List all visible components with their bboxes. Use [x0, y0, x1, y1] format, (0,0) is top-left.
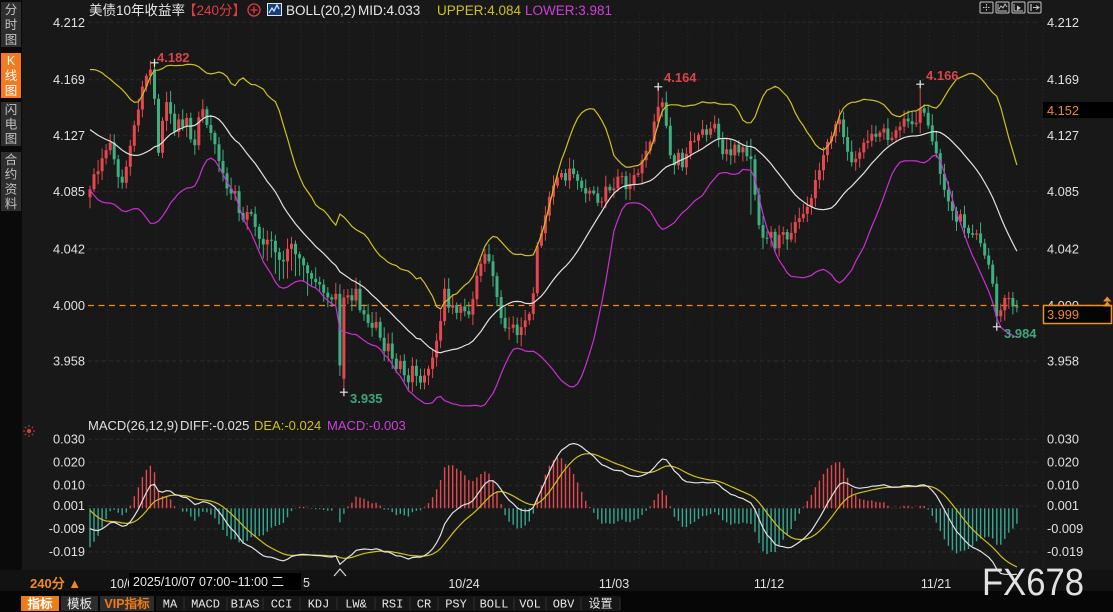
svg-text:-0.019: -0.019	[49, 544, 85, 559]
svg-text:4.182: 4.182	[157, 50, 190, 65]
svg-text:料: 料	[5, 197, 18, 211]
svg-text:4.127: 4.127	[53, 128, 85, 143]
svg-text:MACD: MACD	[191, 598, 220, 612]
svg-text:电: 电	[5, 118, 18, 132]
svg-text:10/24: 10/24	[448, 577, 479, 591]
svg-text:K: K	[7, 54, 16, 68]
svg-text:OBV: OBV	[553, 598, 575, 612]
svg-text:-0.019: -0.019	[1047, 544, 1083, 559]
svg-text:LOWER:3.981: LOWER:3.981	[525, 3, 612, 18]
svg-text:5: 5	[303, 576, 310, 590]
svg-text:4.000: 4.000	[53, 298, 85, 313]
svg-text:UPPER:4.084: UPPER:4.084	[437, 3, 522, 18]
svg-text:4.164: 4.164	[664, 70, 697, 85]
svg-text:4.042: 4.042	[1047, 242, 1079, 257]
svg-text:4.212: 4.212	[53, 15, 85, 30]
svg-text:3.935: 3.935	[350, 391, 383, 406]
svg-text:3.958: 3.958	[53, 354, 85, 369]
svg-text:DEA:-0.024: DEA:-0.024	[254, 418, 321, 433]
svg-text:0.020: 0.020	[1047, 454, 1079, 469]
svg-text:0.030: 0.030	[53, 431, 85, 446]
svg-text:4.169: 4.169	[53, 72, 85, 87]
svg-text:4.085: 4.085	[53, 184, 85, 199]
svg-text:3.984: 3.984	[1004, 326, 1037, 341]
svg-text:约: 约	[5, 167, 18, 182]
svg-text:4.127: 4.127	[1047, 128, 1079, 143]
svg-text:0.020: 0.020	[53, 454, 85, 469]
svg-text:PSY: PSY	[445, 598, 467, 612]
svg-text:LW&: LW&	[345, 598, 367, 612]
svg-text:【240分】: 【240分】	[183, 3, 246, 18]
svg-text:3.999: 3.999	[1047, 307, 1079, 322]
svg-text:VIP指标: VIP指标	[104, 596, 150, 611]
svg-text:MA: MA	[163, 598, 178, 612]
svg-text:4.042: 4.042	[53, 242, 85, 257]
svg-text:资: 资	[5, 182, 18, 196]
svg-text:4.212: 4.212	[1047, 15, 1079, 30]
svg-text:MACD(26,12,9): MACD(26,12,9)	[88, 418, 178, 433]
svg-text:模板: 模板	[67, 597, 93, 611]
svg-text:3.958: 3.958	[1047, 354, 1079, 369]
svg-text:MID:4.033: MID:4.033	[358, 3, 420, 18]
svg-text:4.166: 4.166	[926, 68, 959, 83]
svg-text:BOLL: BOLL	[480, 598, 509, 612]
svg-text:MACD:-0.003: MACD:-0.003	[327, 418, 406, 433]
svg-text:0.010: 0.010	[53, 477, 85, 492]
svg-text:CCI: CCI	[271, 598, 293, 612]
svg-text:闪: 闪	[5, 103, 18, 117]
svg-text:CR: CR	[417, 598, 431, 612]
svg-text:11/21: 11/21	[921, 577, 951, 591]
svg-text:11/03: 11/03	[599, 577, 629, 591]
svg-text:0.001: 0.001	[53, 498, 85, 513]
svg-text:11/12: 11/12	[754, 577, 784, 591]
svg-text:-0.009: -0.009	[1047, 521, 1083, 536]
svg-text:4.152: 4.152	[1047, 103, 1079, 118]
svg-text:DIFF:-0.025: DIFF:-0.025	[180, 418, 249, 433]
svg-text:BOLL(20,2): BOLL(20,2)	[286, 3, 356, 18]
svg-text:RSI: RSI	[382, 598, 404, 612]
svg-text:图: 图	[5, 132, 18, 146]
svg-text:0.001: 0.001	[1047, 498, 1079, 513]
svg-text:0.030: 0.030	[1047, 431, 1079, 446]
svg-text:时: 时	[5, 18, 18, 32]
svg-text:4.169: 4.169	[1047, 72, 1079, 87]
svg-text:指标: 指标	[27, 596, 53, 611]
svg-text:FX678: FX678	[982, 562, 1084, 604]
svg-text:线: 线	[5, 69, 18, 83]
svg-text:美债10年收益率: 美债10年收益率	[89, 2, 185, 18]
svg-text:设置: 设置	[588, 597, 612, 612]
svg-text:-0.009: -0.009	[49, 521, 85, 536]
svg-text:分: 分	[5, 3, 18, 17]
svg-text:4.085: 4.085	[1047, 184, 1079, 199]
svg-text:2025/10/07 07:00~11:00 二: 2025/10/07 07:00~11:00 二	[133, 575, 284, 589]
svg-text:合: 合	[5, 152, 18, 167]
svg-text:KDJ: KDJ	[308, 598, 330, 612]
svg-text:图: 图	[5, 84, 18, 98]
svg-text:240分 ▲: 240分 ▲	[30, 576, 81, 591]
svg-text:BIAS: BIAS	[231, 598, 260, 612]
svg-text:VOL: VOL	[519, 598, 541, 612]
svg-text:0.010: 0.010	[1047, 477, 1079, 492]
svg-text:图: 图	[5, 33, 18, 47]
